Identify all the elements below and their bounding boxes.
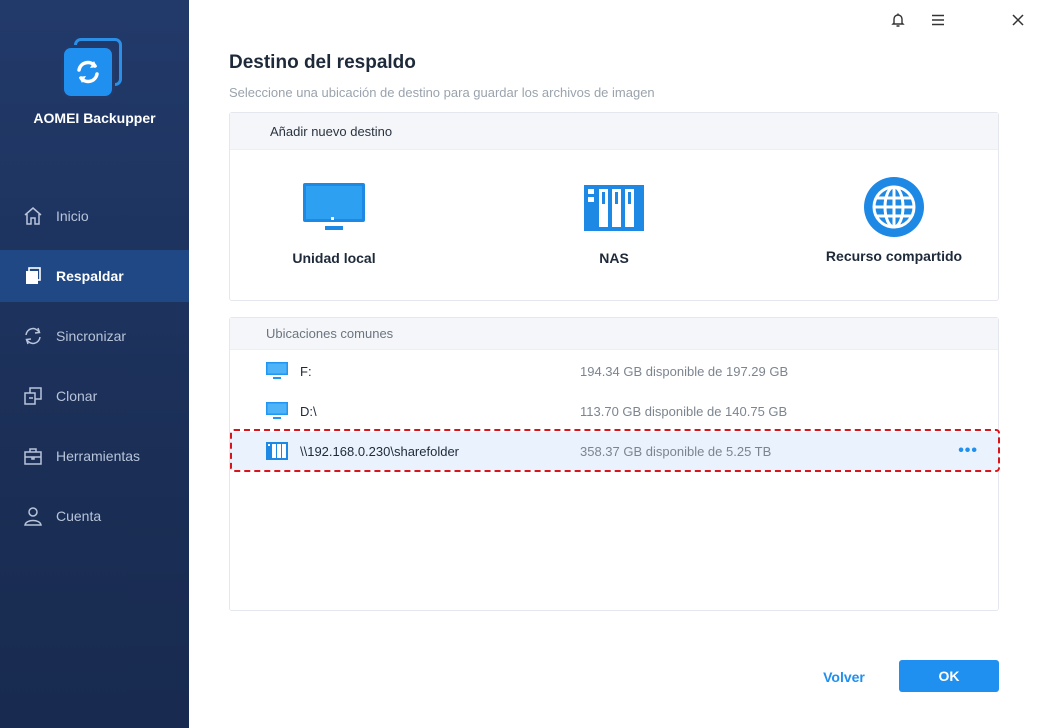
sync-icon <box>25 327 41 345</box>
location-free-space: 194.34 GB disponible de 197.29 GB <box>580 363 789 379</box>
backup-icon <box>26 267 41 284</box>
location-free-space: 358.37 GB disponible de 5.25 TB <box>580 443 772 459</box>
nav-label: Inicio <box>56 208 89 224</box>
nas-option[interactable]: NAS <box>514 183 714 266</box>
app-name: AOMEI Backupper <box>33 110 156 126</box>
location-name: F: <box>300 363 312 379</box>
menu-icon[interactable] <box>927 9 949 31</box>
clone-icon <box>24 387 42 405</box>
location-row-f[interactable]: F: 194.34 GB disponible de 197.29 GB <box>230 352 998 390</box>
nas-icon <box>584 185 644 231</box>
location-name: D:\ <box>300 403 317 419</box>
drive-icon <box>266 402 288 419</box>
location-row-d[interactable]: D:\ 113.70 GB disponible de 140.75 GB <box>230 392 998 430</box>
ok-button[interactable]: OK <box>899 660 999 692</box>
nav-item-sincronizar[interactable]: Sincronizar <box>0 310 189 362</box>
panel-header: Añadir nuevo destino <box>230 113 998 150</box>
monitor-icon <box>303 183 365 230</box>
globe-icon <box>864 177 924 237</box>
nav-item-cuenta[interactable]: Cuenta <box>0 490 189 542</box>
nav-label: Herramientas <box>56 448 141 464</box>
common-locations-panel: Ubicaciones comunes F: 194.34 GB disponi… <box>229 317 999 611</box>
option-label: Unidad local <box>292 250 376 266</box>
home-icon <box>24 207 42 225</box>
option-label: NAS <box>599 250 629 266</box>
sidebar: AOMEI Backupper Inicio Respaldar Sincron… <box>0 0 189 728</box>
page-title: Destino del respaldo <box>229 52 416 73</box>
nav-item-herramientas[interactable]: Herramientas <box>0 430 189 482</box>
drive-icon <box>266 362 288 379</box>
location-free-space: 113.70 GB disponible de 140.75 GB <box>580 403 788 419</box>
nav-item-clonar[interactable]: Clonar <box>0 370 189 422</box>
local-drive-option[interactable]: Unidad local <box>234 183 434 266</box>
panel-header: Ubicaciones comunes <box>230 318 998 350</box>
toolbox-icon <box>24 448 42 465</box>
nav-label: Cuenta <box>56 508 102 524</box>
page-subtitle: Seleccione una ubicación de destino para… <box>229 85 655 100</box>
app-logo <box>62 38 124 100</box>
nav-label: Clonar <box>56 388 98 404</box>
location-name: \\192.168.0.230\sharefolder <box>300 443 460 459</box>
nav-label: Respaldar <box>56 268 124 284</box>
bell-icon[interactable] <box>887 9 909 31</box>
location-row-sharefolder[interactable]: \\192.168.0.230\sharefolder 358.37 GB di… <box>230 432 998 470</box>
option-label: Recurso compartido <box>825 248 963 264</box>
add-destination-panel: Añadir nuevo destino Unidad local NAS Re… <box>229 112 999 301</box>
network-share-option[interactable]: Recurso compartido <box>794 177 994 264</box>
user-icon <box>24 507 42 526</box>
nav-item-inicio[interactable]: Inicio <box>0 190 189 242</box>
nav-item-respaldar[interactable]: Respaldar <box>0 250 189 302</box>
nav-label: Sincronizar <box>56 328 127 344</box>
nas-icon <box>266 442 288 460</box>
back-button[interactable]: Volver <box>806 664 882 690</box>
sidebar-nav: Inicio Respaldar Sincronizar Clonar Herr… <box>0 190 189 550</box>
close-icon[interactable] <box>1007 9 1029 31</box>
more-options-button[interactable]: ••• <box>958 442 978 460</box>
